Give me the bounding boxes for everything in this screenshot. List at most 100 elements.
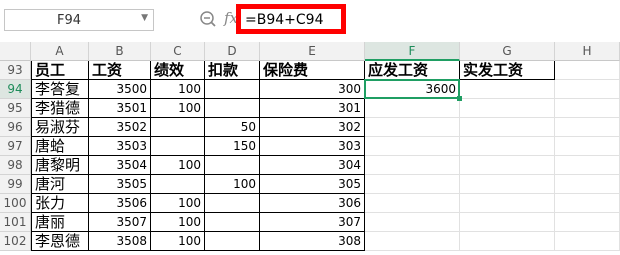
cell[interactable]	[555, 137, 620, 156]
cell-salary[interactable]: 3504	[89, 156, 151, 175]
header-cell[interactable]: 实发工资	[460, 61, 555, 80]
cell[interactable]	[555, 80, 620, 99]
select-all-corner[interactable]	[0, 42, 31, 61]
row-header[interactable]: 97	[0, 137, 31, 156]
cell-insurance[interactable]: 301	[260, 99, 365, 118]
cell-salary[interactable]: 3502	[89, 118, 151, 137]
column-header-b[interactable]: B	[89, 42, 151, 61]
cell[interactable]	[460, 80, 555, 99]
cell-gross[interactable]	[365, 232, 460, 251]
cell-deduct[interactable]: 100	[205, 175, 260, 194]
column-header-h[interactable]: H	[555, 42, 620, 61]
header-cell[interactable]: 保险费	[260, 61, 365, 80]
cell-insurance[interactable]: 302	[260, 118, 365, 137]
chevron-down-icon[interactable]: ▼	[141, 13, 148, 23]
cell[interactable]	[555, 61, 620, 80]
name-box[interactable]: F94 ▼	[4, 9, 154, 31]
cell-insurance[interactable]: 305	[260, 175, 365, 194]
row-header[interactable]: 98	[0, 156, 31, 175]
cell-bonus[interactable]	[151, 175, 205, 194]
cell-bonus[interactable]: 100	[151, 194, 205, 213]
column-header-c[interactable]: C	[151, 42, 205, 61]
cell-deduct[interactable]	[205, 156, 260, 175]
cell-insurance[interactable]: 307	[260, 213, 365, 232]
cell-salary[interactable]: 3508	[89, 232, 151, 251]
cell-name[interactable]: 唐丽	[31, 213, 89, 232]
cell-gross[interactable]	[365, 137, 460, 156]
zoom-icon[interactable]	[199, 10, 217, 28]
cell[interactable]	[460, 118, 555, 137]
header-cell[interactable]: 应发工资	[365, 61, 460, 80]
row-header[interactable]: 93	[0, 61, 31, 80]
cell[interactable]	[460, 137, 555, 156]
row-header[interactable]: 100	[0, 194, 31, 213]
cell-name[interactable]: 唐河	[31, 175, 89, 194]
cell[interactable]	[555, 213, 620, 232]
row-header[interactable]: 99	[0, 175, 31, 194]
cell-salary[interactable]: 3505	[89, 175, 151, 194]
cell[interactable]	[555, 194, 620, 213]
cell-deduct[interactable]: 150	[205, 137, 260, 156]
header-cell[interactable]: 员工	[31, 61, 89, 80]
cell-deduct[interactable]	[205, 213, 260, 232]
row-header[interactable]: 94	[0, 80, 31, 99]
column-header-e[interactable]: E	[260, 42, 365, 61]
cell-insurance[interactable]: 308	[260, 232, 365, 251]
cell-name[interactable]: 李猎德	[31, 99, 89, 118]
cell[interactable]	[460, 156, 555, 175]
cell[interactable]	[555, 232, 620, 251]
cell-deduct[interactable]	[205, 194, 260, 213]
cell-gross[interactable]	[365, 118, 460, 137]
cell-name[interactable]: 唐蛤	[31, 137, 89, 156]
header-cell[interactable]: 绩效	[151, 61, 205, 80]
cell-deduct[interactable]: 50	[205, 118, 260, 137]
cell[interactable]	[555, 118, 620, 137]
cell[interactable]	[460, 175, 555, 194]
row-header[interactable]: 102	[0, 232, 31, 251]
cell-gross[interactable]	[365, 99, 460, 118]
cell-name[interactable]: 易淑芬	[31, 118, 89, 137]
cell-bonus[interactable]: 100	[151, 156, 205, 175]
cell-deduct[interactable]	[205, 232, 260, 251]
cell[interactable]	[555, 156, 620, 175]
row-header[interactable]: 101	[0, 213, 31, 232]
cell[interactable]	[555, 175, 620, 194]
cell-salary[interactable]: 3503	[89, 137, 151, 156]
column-header-f[interactable]: F	[365, 42, 460, 61]
cell-bonus[interactable]	[151, 118, 205, 137]
cell-salary[interactable]: 3501	[89, 99, 151, 118]
row-header[interactable]: 95	[0, 99, 31, 118]
column-header-d[interactable]: D	[205, 42, 260, 61]
cell-insurance[interactable]: 306	[260, 194, 365, 213]
cell-deduct[interactable]	[205, 80, 260, 99]
header-cell[interactable]: 扣款	[205, 61, 260, 80]
cell-name[interactable]: 李答复	[31, 80, 89, 99]
cell[interactable]	[460, 232, 555, 251]
column-header-g[interactable]: G	[460, 42, 555, 61]
cell-salary[interactable]: 3507	[89, 213, 151, 232]
cell-insurance[interactable]: 303	[260, 137, 365, 156]
row-header[interactable]: 96	[0, 118, 31, 137]
cell[interactable]	[555, 99, 620, 118]
cell-bonus[interactable]: 100	[151, 232, 205, 251]
formula-input[interactable]: =B94+C94	[236, 4, 346, 34]
cell-deduct[interactable]	[205, 99, 260, 118]
cell[interactable]	[460, 213, 555, 232]
cell-gross[interactable]	[365, 194, 460, 213]
cell[interactable]	[460, 99, 555, 118]
cell-gross[interactable]	[365, 175, 460, 194]
cell-name[interactable]: 唐黎明	[31, 156, 89, 175]
cell-insurance[interactable]: 304	[260, 156, 365, 175]
cell-bonus[interactable]: 100	[151, 213, 205, 232]
cell-name[interactable]: 李恩德	[31, 232, 89, 251]
header-cell[interactable]: 工资	[89, 61, 151, 80]
cell-salary[interactable]: 3500	[89, 80, 151, 99]
cell-bonus[interactable]: 100	[151, 80, 205, 99]
cell[interactable]	[460, 194, 555, 213]
cell-bonus[interactable]	[151, 137, 205, 156]
cell-insurance[interactable]: 300	[260, 80, 365, 99]
cell-bonus[interactable]: 100	[151, 99, 205, 118]
cell-gross[interactable]: 3600	[365, 80, 460, 99]
cell-name[interactable]: 张力	[31, 194, 89, 213]
cell-gross[interactable]	[365, 213, 460, 232]
